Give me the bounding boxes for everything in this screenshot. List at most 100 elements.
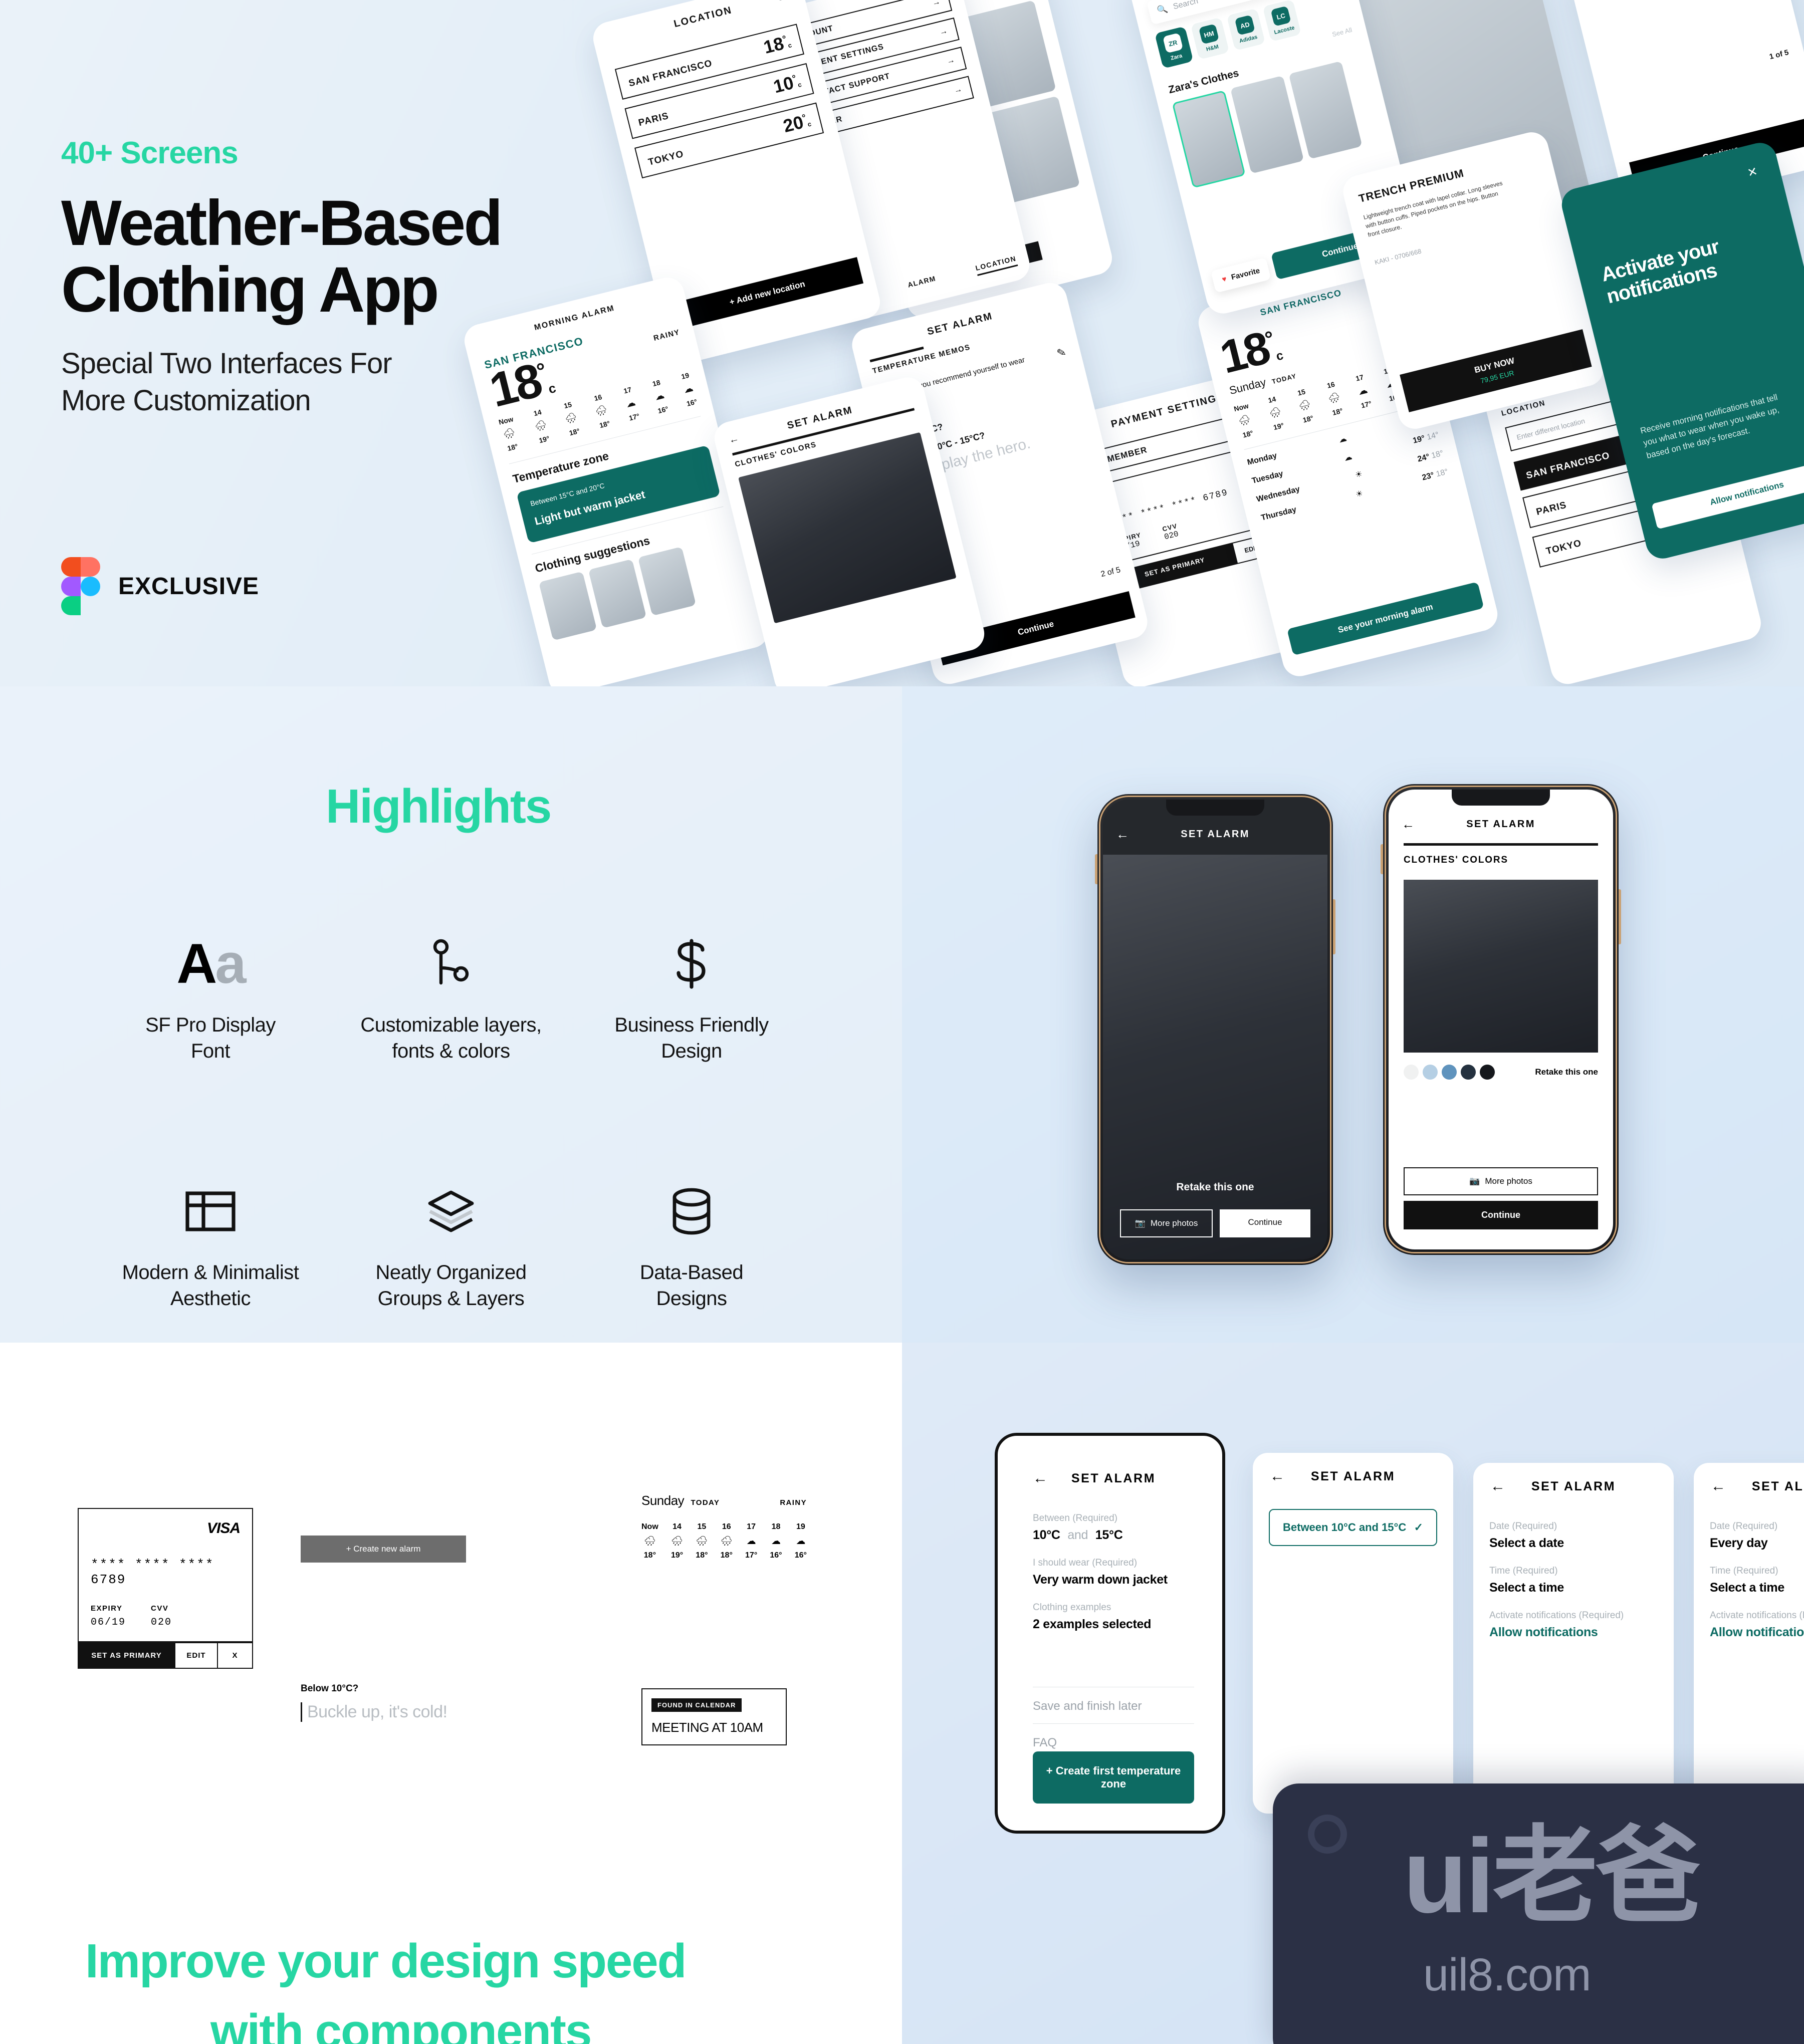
rain-icon: 🌧 [1327, 392, 1341, 405]
rain-icon: 🌧 [1297, 399, 1312, 412]
highlight-item-data: Data-Based Designs [571, 1184, 812, 1312]
highlight-item-aesthetic: Modern & Minimalist Aesthetic [90, 1184, 331, 1312]
suggestion-thumb[interactable] [588, 559, 647, 628]
brand-tile-lacoste[interactable]: LC Lacoste [1262, 0, 1302, 42]
add-location-button[interactable]: + Add new location [671, 257, 864, 330]
poster-root: LOCATION Edit SAN FRANCISCO 18°c PARIS 1… [0, 0, 1804, 2044]
phone-mockup-light: ← SET ALARM CLOTHES' COLORS Retake this … [1381, 784, 1621, 1255]
retake-label[interactable]: Retake this one [1103, 1181, 1327, 1193]
highlight-item-business: Business Friendly Design [571, 937, 812, 1064]
heart-icon: ♥ [1221, 274, 1228, 284]
tab-alarm[interactable]: ALARM [907, 274, 938, 293]
suggestion-thumb[interactable] [538, 571, 597, 641]
flow-screen-2: ← SET ALARM Between 10°C and 15°C ✓ [1253, 1453, 1453, 1814]
calendar-card-component: FOUND IN CALENDAR MEETING AT 10AM [641, 1688, 787, 1745]
cloud-icon: ☁ [683, 383, 695, 396]
edit-pencil-icon[interactable]: ✎ [1055, 346, 1067, 361]
location-edit[interactable]: Edit [778, 0, 790, 2]
tab-location[interactable]: LOCATION [974, 254, 1018, 276]
flow-phone-outline: ← SET ALARM Between (Required) 10°C and … [995, 1433, 1225, 1834]
memo-question: Below 10°C? [301, 1683, 359, 1694]
cloud-icon: ☁ [653, 390, 666, 403]
card-edit-button[interactable]: EDIT [175, 1642, 218, 1669]
close-icon[interactable]: ✕ [1585, 164, 1759, 221]
back-arrow-icon[interactable]: ← [1402, 817, 1415, 832]
set-primary-button[interactable]: SET AS PRIMARY [78, 1642, 175, 1669]
components-left-panel: VISA **** **** **** 6789 EXPIRY 06/19 CV… [0, 1343, 902, 2044]
clothes-colors-label: CLOTHES' COLORS [1404, 855, 1508, 865]
field-time: Time (Required) Select a time [1489, 1566, 1564, 1595]
calendar-tag: FOUND IN CALENDAR [651, 1698, 742, 1712]
components-right-panel: ← SET ALARM Between (Required) 10°C and … [902, 1343, 1804, 2044]
outfit-photo [1404, 880, 1598, 1053]
hero-eyebrow: 40+ Screens [61, 136, 239, 170]
visa-card-component: VISA **** **** **** 6789 EXPIRY 06/19 CV… [78, 1508, 253, 1669]
brand-search-input[interactable]: Search [1172, 0, 1199, 12]
back-arrow-icon[interactable]: ← [1116, 827, 1129, 842]
check-icon: ✓ [1414, 1521, 1423, 1534]
watermark-badge: ui老爸 uil8.com [1273, 1783, 1804, 2044]
layers-stack-icon [426, 1184, 476, 1238]
forecast-component: Sunday TODAY RAINY Now 🌧 18° 14 🌧 19° 15 🌧 18°… [641, 1493, 807, 1560]
suggestion-thumb[interactable] [637, 546, 697, 616]
camera-icon: 📷 [1135, 1218, 1146, 1228]
see-morning-alarm-button[interactable]: See your morning alarm [1287, 582, 1484, 656]
temperature-range-pill[interactable]: Between 10°C and 15°C ✓ [1269, 1509, 1437, 1546]
highlight-item-font: Aa SF Pro Display Font [145, 932, 276, 1063]
highlight-item-groups: Neatly Organized Groups & Layers [331, 1184, 571, 1312]
highlight-item-layers: Customizable layers, fonts & colors [331, 937, 571, 1064]
create-new-alarm-button[interactable]: + Create new alarm [301, 1536, 466, 1563]
color-swatches[interactable] [1404, 1065, 1495, 1080]
calendar-text: MEETING AT 10AM [651, 1720, 763, 1735]
back-arrow-icon[interactable]: ← [1490, 1478, 1505, 1495]
more-photos-button[interactable]: 📷 More photos [1404, 1167, 1598, 1195]
rain-icon: 🌧 [1237, 414, 1252, 427]
exclusive-badge: EXCLUSIVE [118, 573, 260, 600]
back-arrow-icon[interactable]: ← [1711, 1478, 1726, 1495]
database-icon [669, 1184, 714, 1238]
phone-mockup-dark: ← SET ALARM Retake this one 📷 More photo… [1095, 794, 1335, 1265]
highlights-right-panel: ← SET ALARM Retake this one 📷 More photo… [902, 686, 1804, 1343]
sun-icon: ☀ [1355, 489, 1364, 499]
back-arrow-icon[interactable]: ← [1033, 1470, 1048, 1487]
photo-counter: 1 of 5 [1768, 48, 1790, 62]
cloud-icon: ☁ [771, 1536, 781, 1547]
field-between: Between (Required) 10°C and 15°C [1033, 1513, 1123, 1542]
aa-typography-icon: Aa [176, 932, 246, 995]
page-title: Weather-Based Clothing App [61, 187, 503, 326]
figma-logo-icon [61, 557, 100, 615]
retake-label[interactable]: Retake this one [1535, 1067, 1598, 1077]
back-arrow-icon[interactable]: ← [728, 433, 740, 446]
outfit-photo [738, 432, 957, 624]
rain-icon: 🌧 [696, 1536, 708, 1547]
cloud-icon: ☁ [1357, 385, 1369, 398]
sun-icon: ☀ [1354, 469, 1364, 480]
cloud-icon: ☁ [1337, 434, 1348, 445]
ring-icon [1308, 1815, 1347, 1854]
field-notifications: Activate notifications (Required) Allow … [1489, 1610, 1624, 1639]
create-zone-button[interactable]: + Create first temperature zone [1033, 1751, 1194, 1804]
location-title: LOCATION [672, 5, 734, 30]
more-photos-button[interactable]: 📷 More photos [1120, 1209, 1213, 1237]
brand-tile-zara[interactable]: ZR Zara [1155, 26, 1194, 69]
cloud-icon: ☁ [746, 1536, 756, 1547]
flow-screen-3: ← SET ALARM Date (Required) Select a dat… [1473, 1463, 1674, 1814]
continue-button[interactable]: Continue [1404, 1201, 1598, 1229]
rain-icon: 🌧 [502, 427, 517, 440]
brand-tile-adidas[interactable]: AD Adidas [1226, 8, 1266, 51]
search-icon: 🔍 [1156, 4, 1169, 16]
field-date: Date (Required) Every day [1710, 1521, 1778, 1550]
location-search-input[interactable]: Enter different location [1516, 416, 1586, 441]
brand-tile-hm[interactable]: HM H&M [1190, 17, 1230, 60]
layout-grid-icon [184, 1184, 237, 1238]
field-time: Time (Required) Select a time [1710, 1566, 1784, 1595]
rain-icon: 🌧 [1268, 406, 1283, 420]
memo-input[interactable]: Buckle up, it's cold! [301, 1702, 541, 1722]
back-arrow-icon[interactable]: ← [1270, 1468, 1285, 1485]
continue-button[interactable]: Continue [1220, 1209, 1310, 1237]
favorite-button[interactable]: ♥ Favorite [1210, 257, 1271, 293]
camera-icon: 📷 [1469, 1176, 1480, 1186]
close-icon[interactable]: X [218, 1642, 253, 1669]
save-later-link[interactable]: Save and finish later [1033, 1687, 1194, 1723]
memo-counter: 2 of 5 [1099, 566, 1121, 579]
